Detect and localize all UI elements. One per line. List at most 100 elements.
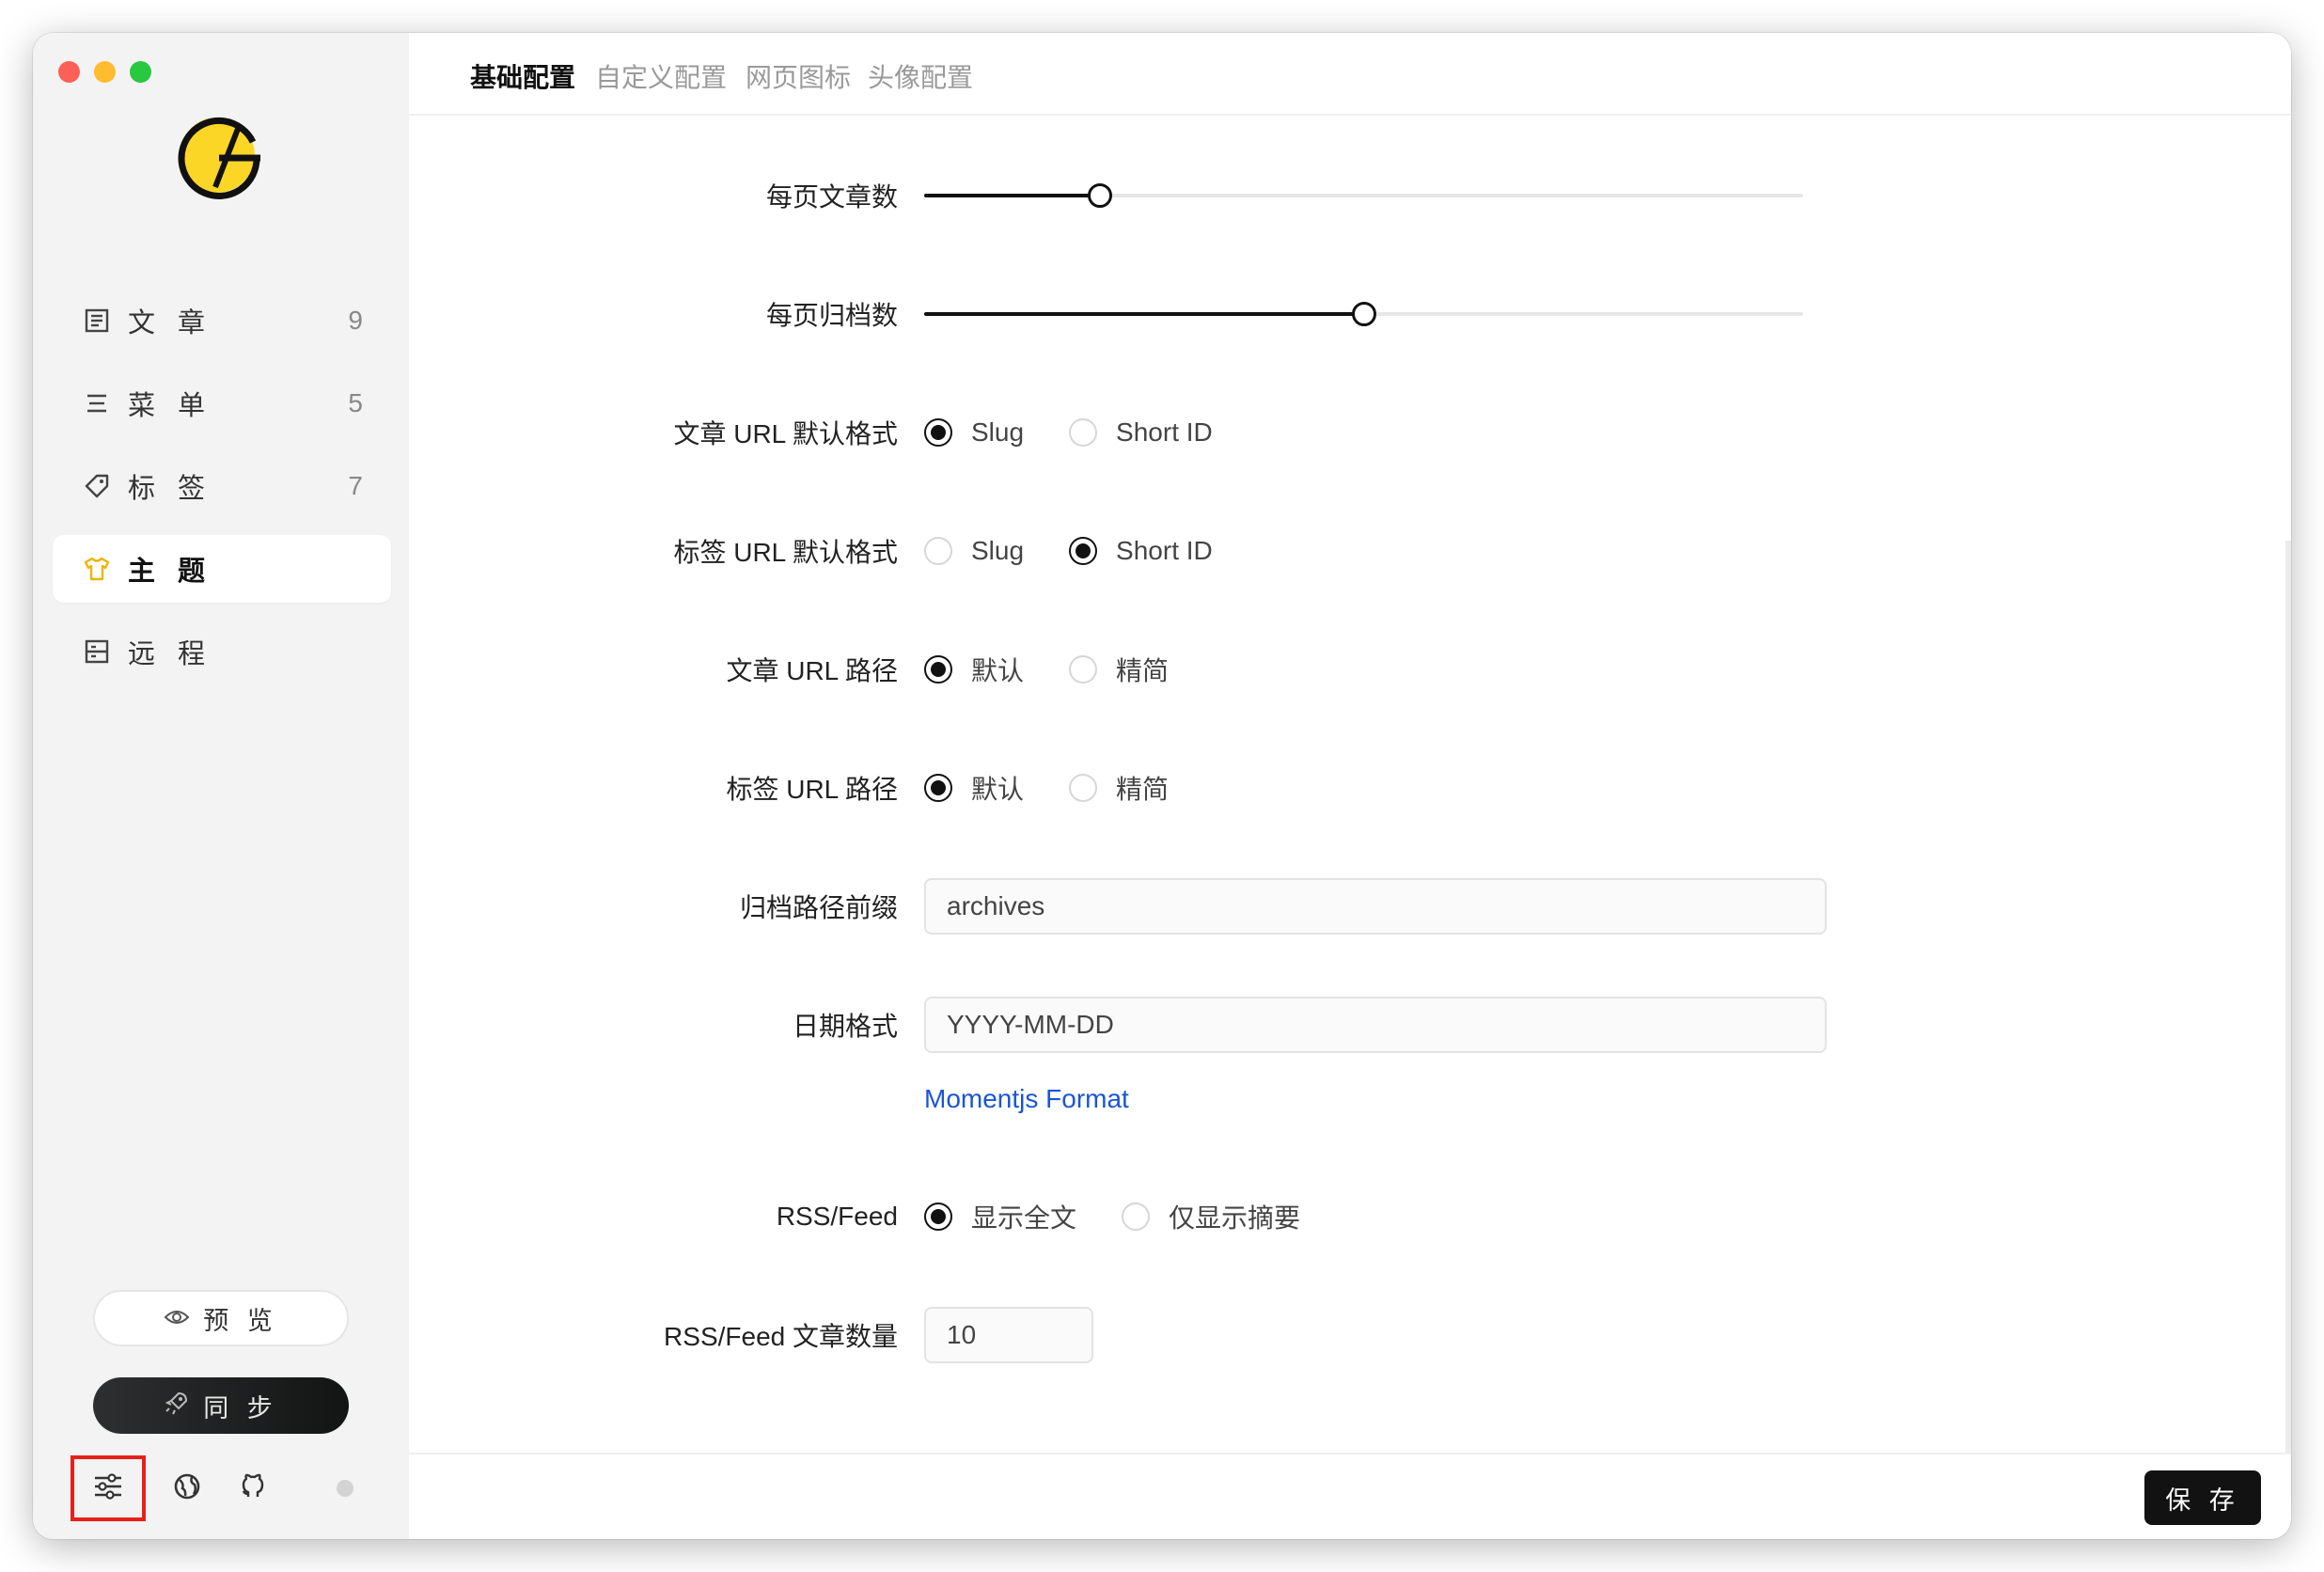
radio-label: Short ID	[1116, 417, 1213, 447]
gridea-logo	[174, 106, 272, 200]
radio-default[interactable]: 默认	[924, 651, 1024, 688]
momentjs-format-link[interactable]: Momentjs Format	[924, 1084, 1129, 1114]
settings-sliders-icon	[92, 1472, 124, 1505]
date-format-label: 日期格式	[792, 1012, 898, 1041]
sidebar-item-count: 9	[348, 306, 363, 335]
radio-circle	[924, 1203, 952, 1231]
radio-label: 精简	[1116, 656, 1170, 685]
zoom-window-button[interactable]	[130, 61, 151, 83]
radio-simplified[interactable]: 精简	[1069, 769, 1169, 807]
tag-url-path-row: 标签 URL 路径 默认 精简	[409, 760, 2195, 816]
tag-url-path-radio-group: 默认 精简	[924, 760, 1214, 816]
radio-label: Slug	[971, 536, 1025, 565]
sync-button[interactable]: 同 步	[93, 1377, 349, 1434]
rss-count-row: RSS/Feed 文章数量	[409, 1307, 2195, 1363]
archives-per-page-slider[interactable]	[924, 286, 1803, 342]
rss-mode-radio-group: 显示全文 仅显示摘要	[924, 1188, 1345, 1245]
rss-mode-row: RSS/Feed 显示全文 仅显示摘要	[409, 1188, 2195, 1245]
article-icon	[83, 307, 111, 335]
posts-per-page-label: 每页文章数	[765, 182, 898, 212]
tab-basic-config[interactable]: 基础配置	[470, 57, 575, 95]
radio-full-text[interactable]: 显示全文	[924, 1198, 1076, 1235]
radio-summary-only[interactable]: 仅显示摘要	[1122, 1198, 1300, 1235]
sidebar-bottom-toolbar	[71, 1455, 377, 1521]
preview-button[interactable]: 预 览	[93, 1290, 349, 1346]
date-format-control	[924, 997, 1827, 1053]
remote-icon	[83, 637, 111, 666]
radio-label: 默认	[971, 656, 1025, 685]
posts-per-page-slider[interactable]	[924, 167, 1803, 224]
minimize-window-button[interactable]	[94, 61, 116, 83]
sidebar-nav: 文 章 9 菜 单 5 标 签 7 主 题 远 程	[53, 287, 391, 700]
sidebar-item-count: 5	[348, 388, 363, 417]
archives-per-page-label: 每页归档数	[765, 301, 898, 330]
rss-count-control	[924, 1307, 1093, 1363]
rss-count-input[interactable]	[924, 1307, 1093, 1363]
post-url-format-label: 文章 URL 默认格式	[673, 419, 898, 448]
sidebar-item-articles[interactable]: 文 章 9	[53, 287, 391, 354]
slider-thumb[interactable]	[1088, 183, 1112, 208]
tab-avatar-config[interactable]: 头像配置	[868, 57, 973, 95]
status-dot	[337, 1480, 353, 1497]
radio-short-id[interactable]: Short ID	[1069, 536, 1213, 566]
radio-slug[interactable]: Slug	[924, 536, 1024, 566]
globe-icon	[173, 1472, 201, 1505]
archives-prefix-label: 归档路径前缀	[739, 893, 898, 922]
app-window: 文 章 9 菜 单 5 标 签 7 主 题 远 程 预 览 同 步 基础配置 自…	[33, 33, 2291, 1539]
scrollbar[interactable]	[2285, 541, 2291, 1453]
post-url-path-row: 文章 URL 路径 默认 精简	[409, 641, 2195, 698]
radio-simplified[interactable]: 精简	[1069, 651, 1169, 688]
tag-url-format-row: 标签 URL 默认格式 Slug Short ID	[409, 523, 2195, 579]
tab-bar: 基础配置 自定义配置 网页图标 头像配置	[409, 33, 2291, 116]
tag-url-path-label: 标签 URL 路径	[726, 775, 898, 804]
archives-prefix-input[interactable]	[924, 878, 1827, 935]
sidebar-item-remote[interactable]: 远 程	[53, 618, 391, 685]
sync-label: 同 步	[203, 1393, 278, 1423]
radio-circle	[924, 774, 952, 802]
github-button[interactable]	[227, 1462, 279, 1515]
sidebar-item-tags[interactable]: 标 签 7	[53, 452, 391, 520]
post-url-format-radio-group: Slug Short ID	[924, 404, 1258, 461]
date-format-input[interactable]	[924, 997, 1827, 1053]
archives-prefix-row: 归档路径前缀	[409, 878, 2195, 935]
sidebar-item-menus[interactable]: 菜 单 5	[53, 369, 391, 437]
rss-count-label: RSS/Feed 文章数量	[664, 1322, 898, 1351]
sidebar-item-label: 主 题	[128, 557, 213, 587]
rocket-icon	[164, 1390, 190, 1423]
sidebar-item-label: 文 章	[128, 308, 213, 338]
eye-icon	[164, 1304, 190, 1333]
radio-circle	[1069, 537, 1098, 565]
radio-circle	[1069, 418, 1098, 447]
sidebar-item-label: 菜 单	[128, 391, 213, 421]
radio-default[interactable]: 默认	[924, 769, 1024, 807]
radio-circle	[1069, 774, 1098, 802]
sidebar-item-count: 7	[348, 471, 363, 500]
date-format-row: 日期格式	[409, 997, 2195, 1053]
rss-mode-label: RSS/Feed	[776, 1202, 898, 1231]
radio-circle	[924, 655, 952, 684]
archives-per-page-row: 每页归档数	[409, 286, 2195, 342]
radio-label: 仅显示摘要	[1169, 1203, 1301, 1233]
radio-label: Short ID	[1116, 536, 1213, 565]
sidebar: 文 章 9 菜 单 5 标 签 7 主 题 远 程 预 览 同 步	[33, 33, 409, 1539]
tab-custom-config[interactable]: 自定义配置	[595, 57, 727, 95]
menu-icon	[83, 389, 111, 417]
tab-favicon[interactable]: 网页图标	[746, 57, 851, 95]
close-window-button[interactable]	[58, 61, 80, 83]
radio-circle	[924, 537, 952, 565]
website-button[interactable]	[161, 1462, 213, 1515]
post-url-path-label: 文章 URL 路径	[726, 656, 898, 685]
radio-label: 默认	[971, 775, 1025, 804]
tag-icon	[83, 472, 111, 500]
radio-short-id[interactable]: Short ID	[1069, 417, 1213, 448]
post-url-path-radio-group: 默认 精简	[924, 641, 1214, 698]
shirt-icon	[83, 555, 111, 583]
slider-thumb[interactable]	[1351, 302, 1376, 326]
tag-url-format-radio-group: Slug Short ID	[924, 523, 1258, 579]
settings-button[interactable]	[71, 1455, 146, 1521]
main-panel: 基础配置 自定义配置 网页图标 头像配置 每页文章数 每页归档数 文章 URL …	[409, 33, 2291, 1539]
radio-slug[interactable]: Slug	[924, 417, 1024, 448]
save-button[interactable]: 保 存	[2144, 1470, 2261, 1525]
sidebar-item-theme[interactable]: 主 题	[53, 535, 391, 603]
sidebar-item-label: 远 程	[128, 639, 213, 669]
